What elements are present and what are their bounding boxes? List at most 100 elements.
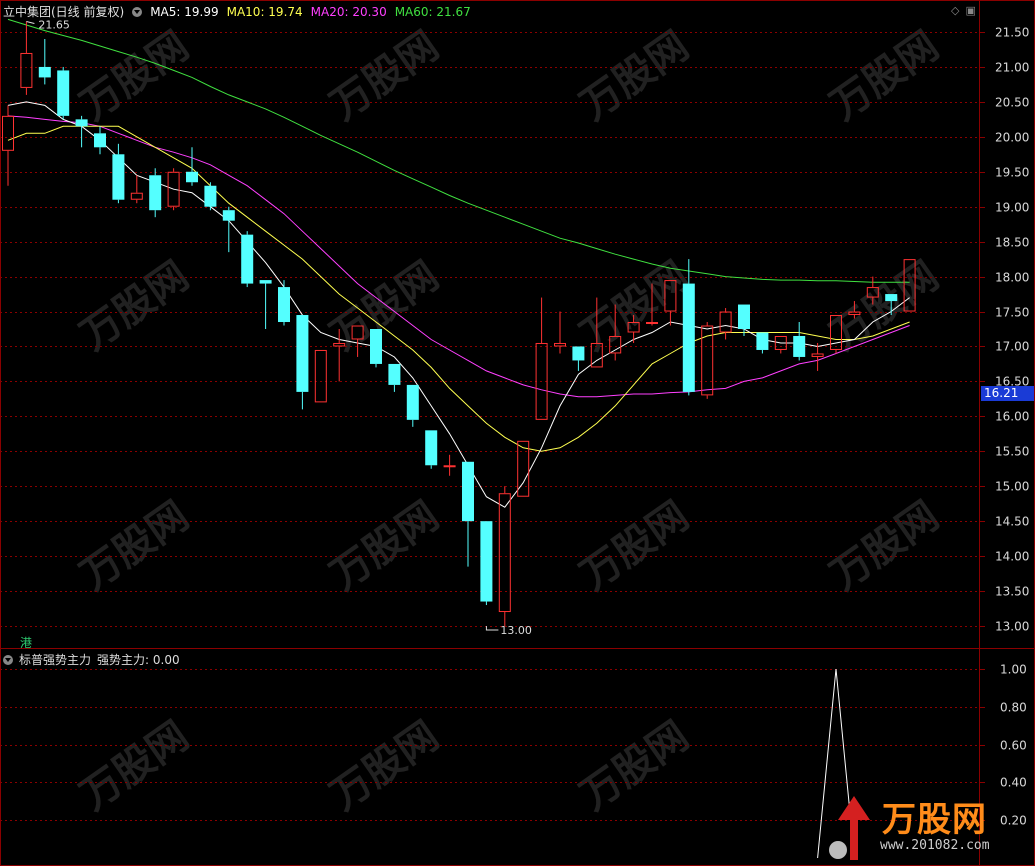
high-pointer [26,21,35,25]
diamond-icon[interactable]: ◇ [951,4,959,17]
price-tick-label: 18.50 [995,236,1029,250]
candle [480,521,493,606]
indicator-tick-label: 0.60 [1000,739,1027,753]
price-tick-label: 16.00 [995,410,1029,424]
candle-body [425,430,438,466]
candle-body [20,52,33,88]
price-tick-label: 13.00 [995,620,1029,634]
watermark-text: 万股网 [72,493,197,600]
watermark-text: 万股网 [572,713,697,820]
candle-body [406,384,419,420]
candle [443,454,456,476]
candle-body [682,283,695,392]
watermark-text: 万股网 [572,23,697,130]
watermark-layer: 万股网 万股网 万股网 万股网万股网 万股网 万股网 万股网万股网 万股网 万股网 万股网万股网万… [72,23,947,820]
price-tick-label: 17.00 [995,340,1029,354]
candle [186,147,198,186]
candle [75,115,88,148]
candle [774,335,787,354]
logo-text: 万股网 [882,800,987,840]
price-tick-label: 20.00 [995,131,1029,145]
candle-body [204,185,217,207]
candle-body [38,66,51,78]
candle-body [719,311,732,333]
candle-body [186,171,198,183]
price-tick-label: 14.00 [995,550,1029,564]
price-tick-label: 17.50 [995,306,1029,320]
dropdown-icon[interactable] [132,7,143,17]
price-tick-label: 21.00 [995,61,1029,75]
candle [406,384,419,427]
candle-body [811,353,824,357]
logo-url: www.201082.com [880,838,990,853]
candle-body [94,133,106,148]
candle [278,280,290,326]
candle [296,315,309,410]
stock-chart[interactable]: 万股网 万股网 万股网 万股网万股网 万股网 万股网 万股网万股网 万股网 万股网 万股网万股网万… [0,0,1035,866]
candle-body [738,304,750,329]
candle [112,143,125,204]
candle [241,231,254,288]
ma60-legend: MA60: 21.67 [394,5,471,19]
candle [314,349,327,403]
panel-controls: ◇ ▣ [945,4,976,17]
price-tick-label: 21.50 [995,26,1029,40]
price-tick-label: 14.50 [995,515,1029,529]
stock-title[interactable]: 立中集团(日线 前复权) [3,5,124,19]
market-badge: 港 [20,636,33,650]
price-tick-label: 19.00 [995,201,1029,215]
ma20-legend: MA20: 20.30 [310,5,387,19]
watermark-text: 万股网 [822,23,947,130]
indicator-value: 强势主力: 0.00 [97,653,180,667]
site-logo: 万股网 www.201082.com [820,790,1035,866]
candle-body [646,322,658,325]
candle [756,332,769,354]
current-price-tag: 16.21 [981,386,1034,401]
candle [535,297,548,420]
candle [554,311,566,354]
candle-body [756,332,769,350]
candle [425,430,438,469]
dropdown-icon[interactable] [3,655,13,665]
logo-arrow-icon [829,796,870,860]
candle [38,38,51,85]
candle [388,363,401,392]
indicator-tick-label: 1.00 [1000,663,1027,677]
candle [222,206,235,253]
watermark-text: 万股网 [72,253,197,360]
chart-header: 立中集团(日线 前复权) MA5: 19.99 MA10: 19.74 MA20: 2… [3,3,479,20]
candle-body [388,363,401,385]
candle [57,66,70,120]
candle-body [130,192,143,200]
candle-body [572,346,585,361]
candle [701,322,714,399]
watermark-text: 万股网 [322,493,447,600]
candle [2,105,14,186]
candle [370,329,382,368]
candle-body [149,175,162,211]
candle-body [793,335,806,357]
watermark-text: 万股网 [72,23,197,130]
candle-body [498,493,511,613]
watermark-text: 万股网 [572,493,697,600]
candle [462,461,474,567]
candle-body [2,115,14,151]
candle-body [370,329,382,364]
candle [130,175,143,204]
indicator-name[interactable]: 标普强势主力 [19,653,91,667]
price-tick-label: 19.50 [995,166,1029,180]
watermark-text: 万股网 [322,23,447,130]
candle [149,168,162,218]
candle [259,280,272,329]
candle-body [57,70,70,116]
candle [811,342,824,371]
candle-body [296,315,309,392]
candle-body [259,280,272,284]
window-icon[interactable]: ▣ [965,4,975,17]
price-tick-label: 15.50 [995,445,1029,459]
candle-body [443,465,456,468]
price-tick-label: 18.00 [995,271,1029,285]
candle-body [222,210,235,221]
watermark-text: 万股网 [322,713,447,820]
ma5-legend: MA5: 19.99 [150,5,219,19]
